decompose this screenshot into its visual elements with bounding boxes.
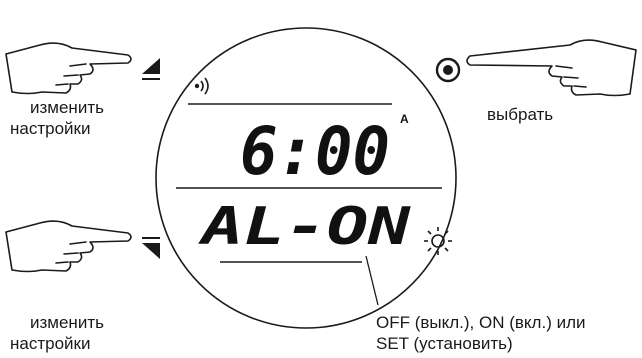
time-display: 6:00 (240, 113, 390, 190)
left-top-label-line1: изменить (30, 98, 104, 117)
pointing-hand-icon (5, 42, 132, 95)
callout-line (365, 255, 379, 306)
ampm-indicator: A (400, 112, 409, 126)
callout-label-line2: SET (установить) (376, 334, 513, 353)
triangle-up-icon (142, 58, 160, 80)
sound-icon (194, 77, 209, 95)
pointing-hand-icon (5, 220, 132, 273)
callout-label-line1: OFF (выкл.), ON (вкл.) или (376, 313, 586, 332)
mode-display: AL-ON (198, 197, 411, 257)
left-top-label-line2: настройки (10, 119, 91, 138)
left-bottom-label-line1: изменить (30, 313, 104, 332)
select-button-icon (435, 57, 461, 83)
triangle-down-icon (142, 237, 160, 259)
pointing-hand-icon (466, 39, 637, 97)
watch-diagram: 6:00 A AL-ON (5, 27, 637, 329)
right-top-label: выбрать (487, 105, 554, 124)
left-bottom-label-line2: настройки (10, 334, 91, 353)
